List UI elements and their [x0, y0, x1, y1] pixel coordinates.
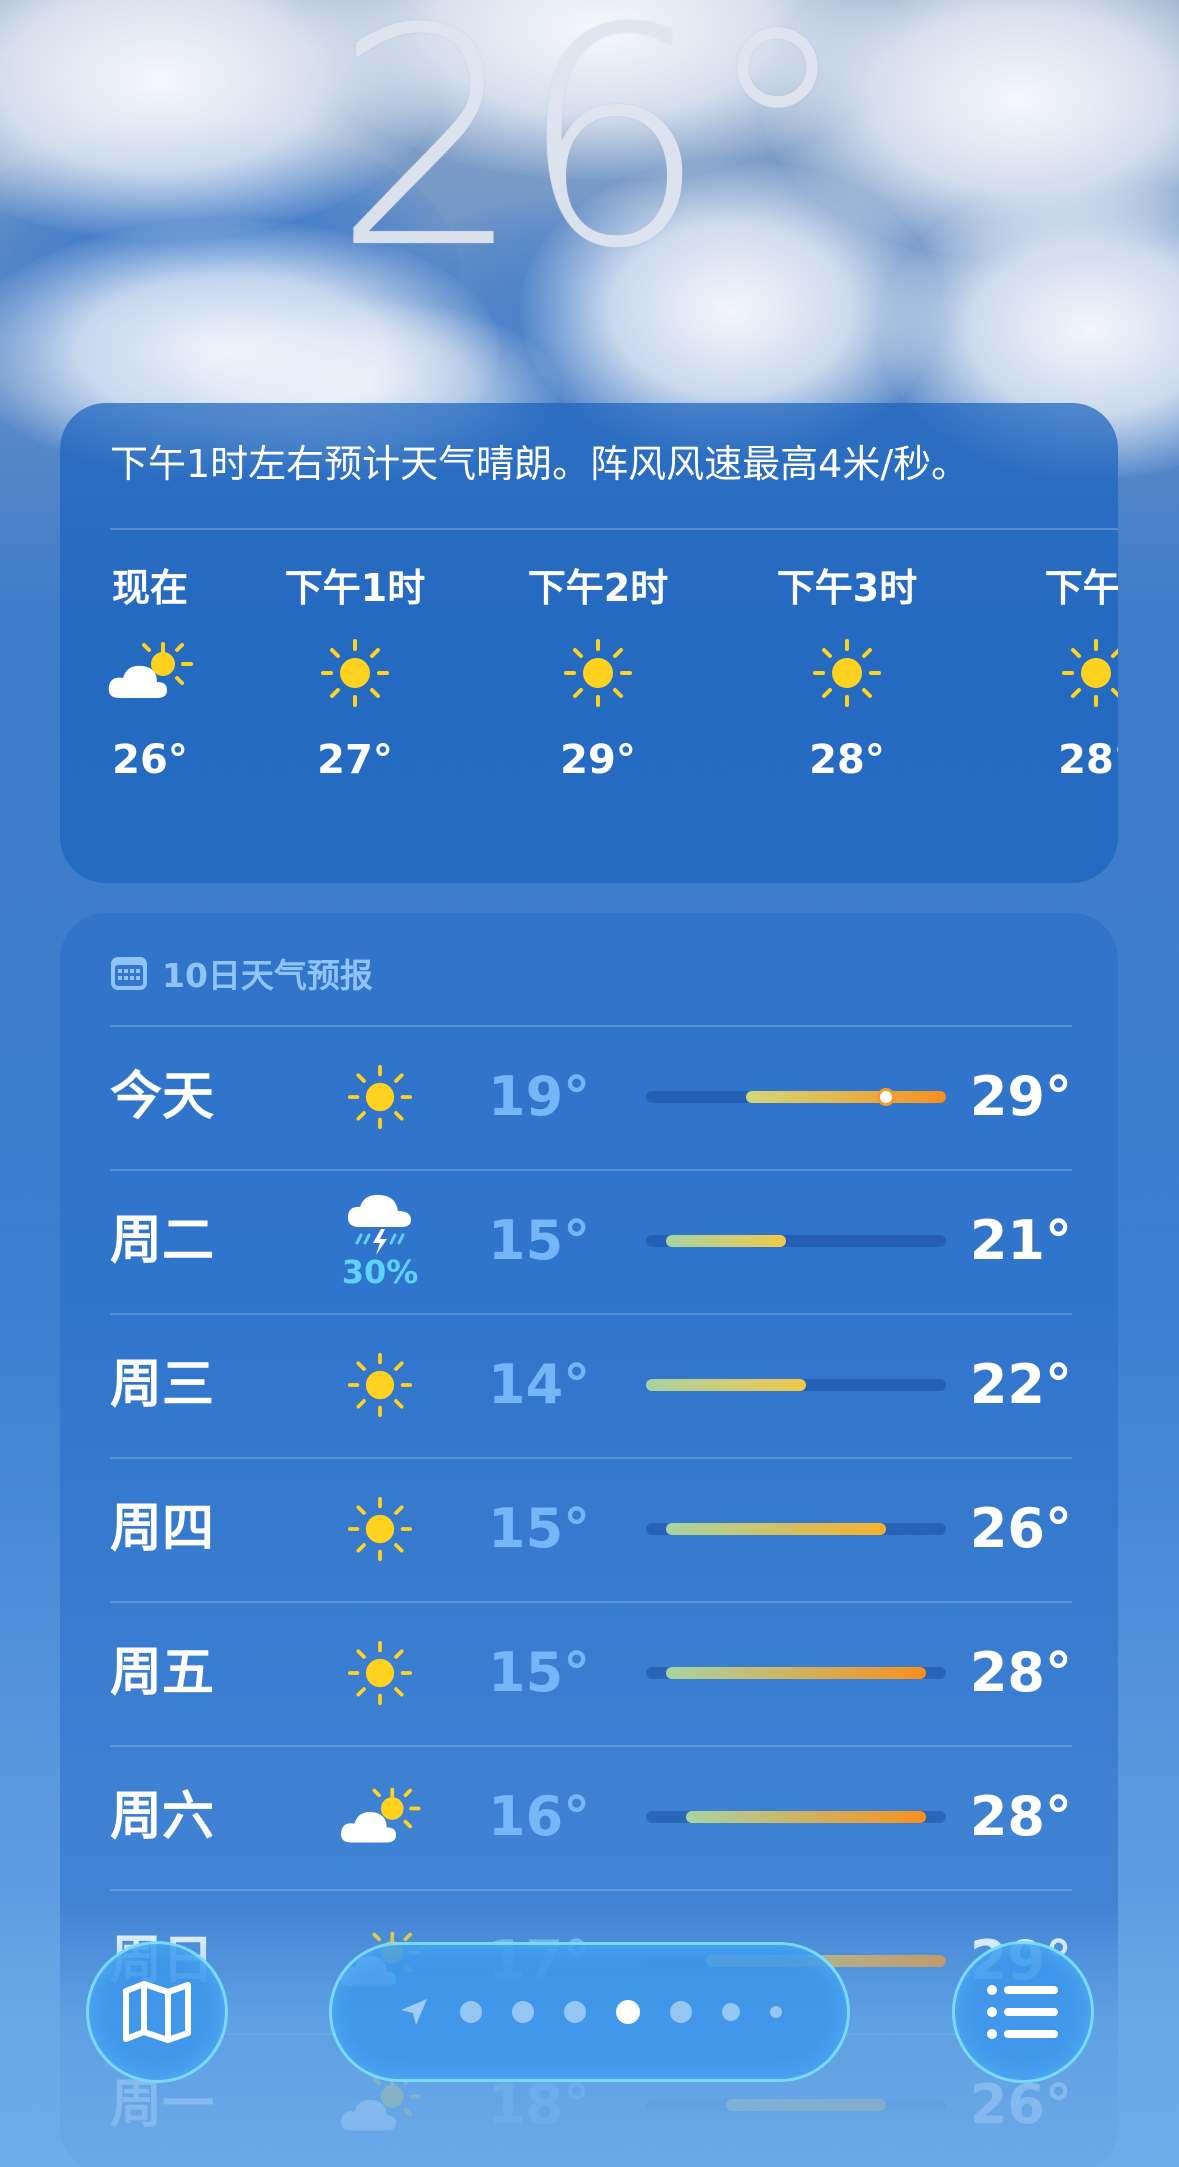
- hourly-summary: 下午1时左右预计天气晴朗。阵风风速最高4米/秒。: [110, 442, 970, 486]
- day-label: 周五: [110, 1643, 215, 1703]
- day-icon-wrap: [330, 1315, 430, 1455]
- map-button[interactable]: [86, 1941, 228, 2083]
- hour-temp: 29°: [560, 737, 636, 783]
- location-arrow-icon: [400, 1999, 427, 2025]
- daily-header: 10日天气预报: [110, 943, 373, 1003]
- day-label: 周二: [110, 1211, 215, 1271]
- forecast-row[interactable]: 周三 14° 22°: [110, 1313, 1072, 1457]
- low-temp: 16°: [488, 1785, 591, 1848]
- high-temp: 22°: [969, 1353, 1072, 1416]
- hour-item: 下午1时 27°: [255, 563, 455, 785]
- current-temperature: 26°: [332, 0, 853, 314]
- hour-temp: 28°: [1058, 737, 1118, 783]
- day-label: 周四: [110, 1499, 215, 1559]
- high-temp: 21°: [969, 1209, 1072, 1272]
- day-icon-wrap: [330, 1747, 430, 1887]
- temp-range-fill: [666, 1667, 926, 1679]
- day-label: 今天: [110, 1067, 215, 1127]
- temp-range-fill: [686, 1811, 926, 1823]
- hour-temp: 26°: [112, 737, 188, 783]
- hour-label: 下午2时: [527, 566, 669, 610]
- page-dot[interactable]: [721, 2003, 740, 2021]
- low-temp: 19°: [488, 1065, 591, 1128]
- temp-range-fill: [726, 2099, 886, 2111]
- sun-icon: [347, 1064, 413, 1130]
- forecast-row[interactable]: 周六 16° 28°: [110, 1745, 1072, 1889]
- forecast-row[interactable]: 今天 19° 29°: [110, 1025, 1072, 1169]
- high-temp: 28°: [969, 1641, 1072, 1704]
- hour-label: 现在: [111, 566, 188, 610]
- day-icon-wrap: [330, 1459, 430, 1599]
- sun-icon: [1062, 639, 1118, 707]
- temp-range-bar: [646, 1379, 946, 1391]
- day-icon-wrap: [330, 1603, 430, 1743]
- sun-icon: [347, 1352, 413, 1418]
- low-temp: 15°: [488, 1641, 591, 1704]
- day-icon-wrap: [330, 1027, 430, 1167]
- temp-range-bar: [646, 1088, 946, 1106]
- page-dot[interactable]: [511, 2001, 534, 2023]
- hour-label: 下午4: [1044, 566, 1118, 610]
- page-dot-active[interactable]: [615, 2000, 640, 2024]
- page-dot[interactable]: [769, 2006, 782, 2018]
- thunderstorm-icon: [347, 1194, 411, 1255]
- page-dot[interactable]: [563, 2001, 586, 2023]
- page-dot[interactable]: [459, 2001, 482, 2023]
- city-list-button[interactable]: [952, 1941, 1094, 2083]
- sun-icon: [347, 1640, 413, 1706]
- hour-label: 下午1时: [284, 566, 426, 610]
- page-indicator[interactable]: [329, 1942, 850, 2082]
- hour-item: 下午3时 28°: [747, 563, 947, 785]
- temp-range-fill: [666, 1523, 886, 1535]
- hour-item: 下午2时 29°: [498, 563, 698, 785]
- temp-range-bar: [646, 1811, 946, 1823]
- temp-range-bar: [646, 1523, 946, 1535]
- hour-item: 下午4 28°: [996, 563, 1118, 785]
- hour-temp: 28°: [809, 737, 885, 783]
- partly-cloudy-icon: [108, 642, 193, 698]
- low-temp: 15°: [488, 1497, 591, 1560]
- hourly-forecast-card[interactable]: 下午1时左右预计天气晴朗。阵风风速最高4米/秒。 现在 26° 下午1时 27°…: [60, 403, 1118, 883]
- hour-item: 现在 26°: [60, 563, 250, 785]
- partly-cloudy-icon: [341, 1787, 421, 1843]
- forecast-row[interactable]: 周二 30% 15° 21°: [110, 1169, 1072, 1313]
- hour-temp: 27°: [317, 737, 393, 783]
- low-temp: 15°: [488, 1209, 591, 1272]
- forecast-row[interactable]: 周四 15° 26°: [110, 1457, 1072, 1601]
- day-label: 周六: [110, 1787, 215, 1847]
- temp-range-bar: [646, 2099, 946, 2111]
- list-icon: [987, 1985, 1058, 2039]
- temp-range-bar: [646, 1235, 946, 1247]
- precipitation-chance: 30%: [341, 1253, 419, 1291]
- sun-icon: [564, 639, 632, 707]
- temp-range-fill: [666, 1235, 786, 1247]
- low-temp: 14°: [488, 1353, 591, 1416]
- calendar-icon: [111, 957, 147, 990]
- high-temp: 28°: [969, 1785, 1072, 1848]
- sun-icon: [813, 639, 881, 707]
- high-temp: 29°: [969, 1065, 1072, 1128]
- day-label: 周三: [110, 1355, 215, 1415]
- high-temp: 26°: [969, 1497, 1072, 1560]
- current-temp-marker: [877, 1088, 895, 1106]
- sun-icon: [321, 639, 389, 707]
- map-icon: [123, 1981, 191, 2043]
- temp-range-fill: [746, 1088, 946, 1106]
- hour-label: 下午3时: [776, 566, 918, 610]
- day-icon-wrap: 30%: [330, 1171, 430, 1311]
- forecast-row[interactable]: 周五 15° 28°: [110, 1601, 1072, 1745]
- daily-title: 10日天气预报: [162, 956, 373, 995]
- page-dot[interactable]: [669, 2001, 692, 2023]
- temp-range-bar: [646, 1667, 946, 1679]
- divider: [110, 528, 1118, 530]
- temp-range-fill: [646, 1379, 806, 1391]
- sun-icon: [347, 1496, 413, 1562]
